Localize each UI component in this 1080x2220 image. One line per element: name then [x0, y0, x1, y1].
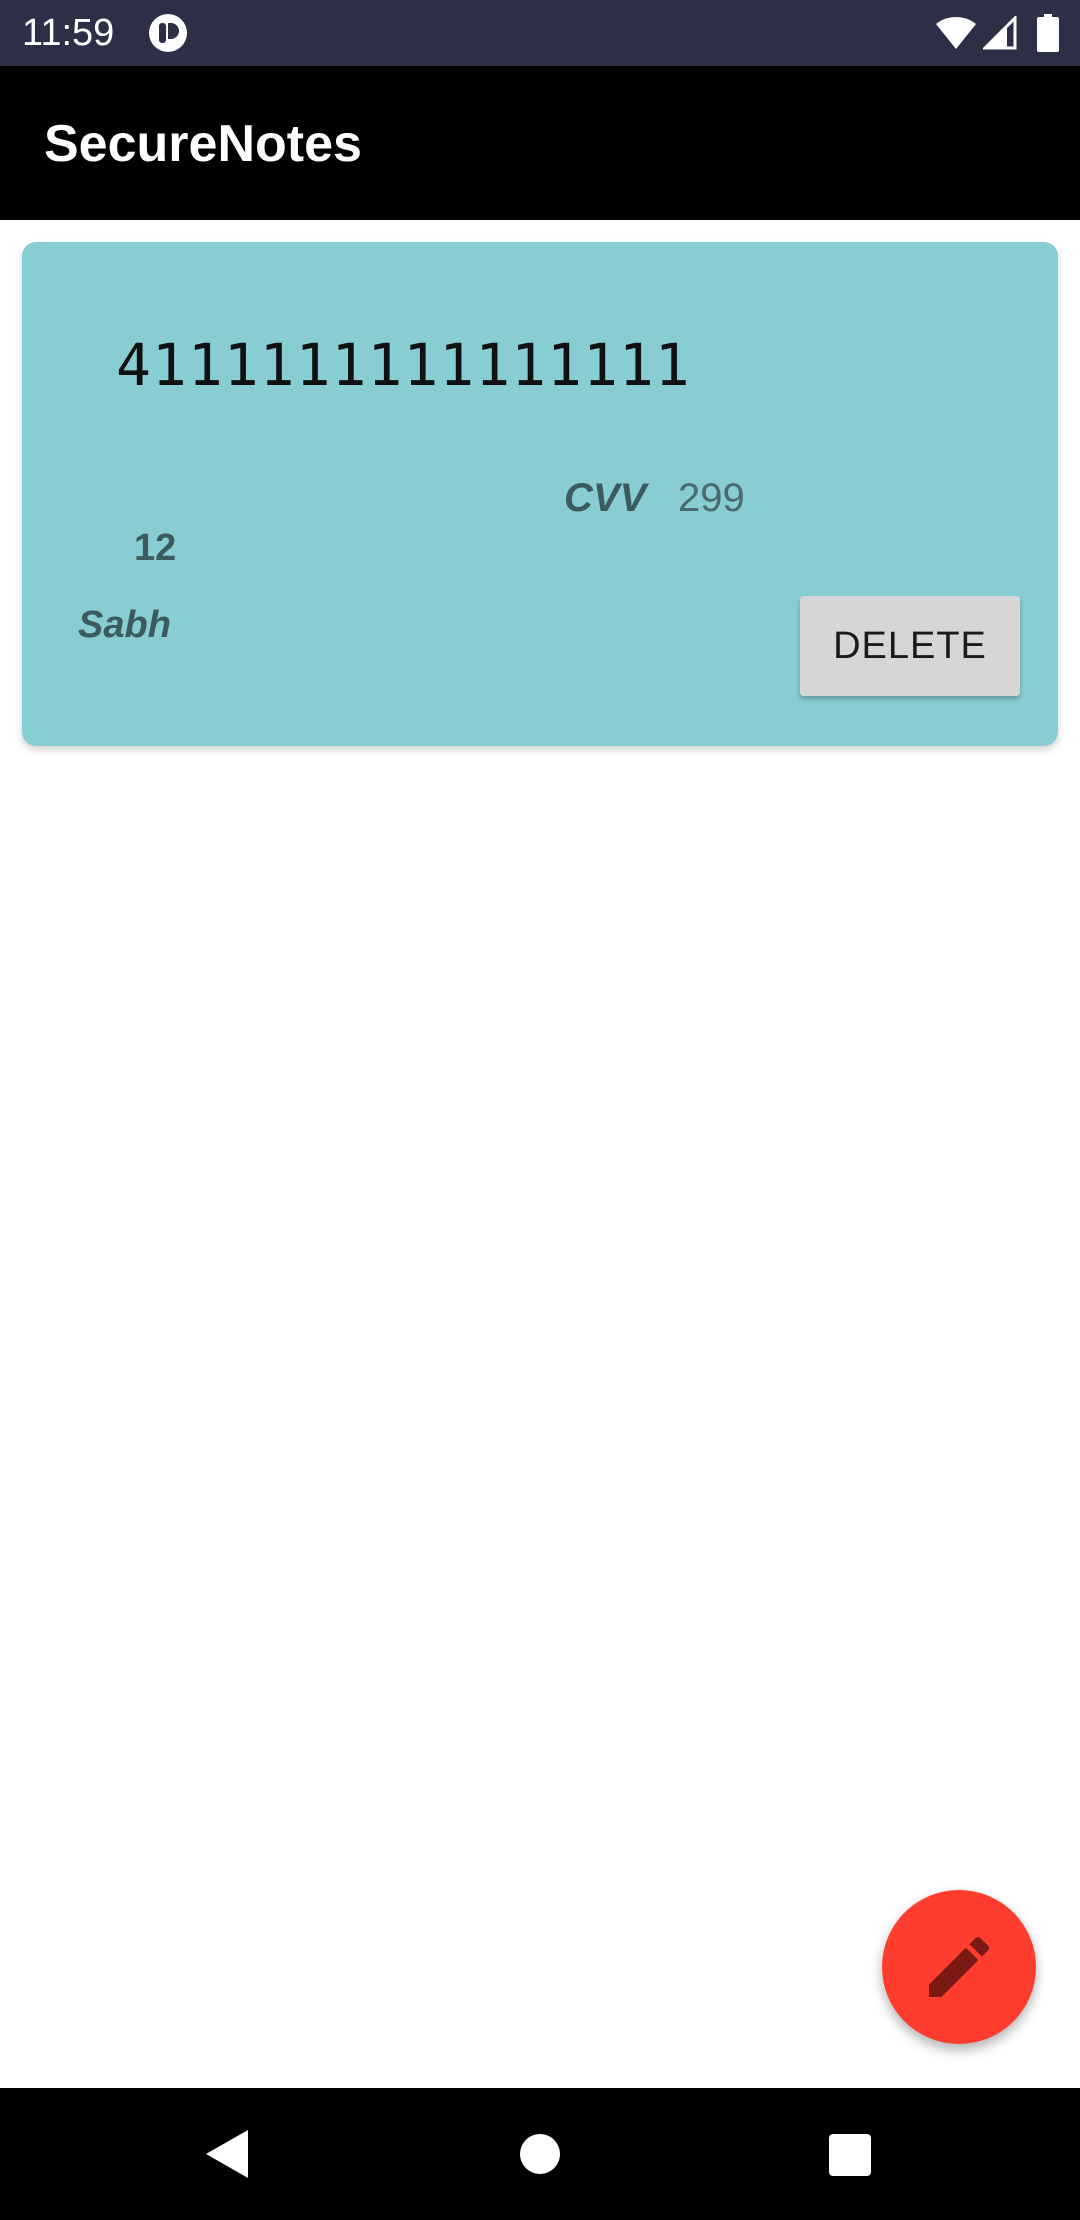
- edit-fab-button[interactable]: [882, 1890, 1036, 2044]
- cvv-label: CVV: [564, 476, 647, 520]
- status-time: 11:59: [22, 12, 115, 54]
- app-title: SecureNotes: [44, 115, 362, 173]
- app-bar: SecureNotes: [0, 66, 1080, 220]
- navigation-bar: [0, 2088, 1080, 2220]
- pencil-icon: [929, 1936, 990, 1997]
- home-icon[interactable]: [518, 2132, 562, 2176]
- app-notification-icon: [149, 14, 187, 52]
- cvv-value: 299: [678, 476, 745, 520]
- delete-button[interactable]: DELETE: [800, 596, 1020, 696]
- cell-signal-icon: [983, 16, 1017, 50]
- back-icon[interactable]: [202, 2128, 252, 2180]
- battery-icon: [1037, 14, 1059, 52]
- recents-icon[interactable]: [829, 2134, 871, 2176]
- status-bar: 11:59: [0, 0, 1080, 66]
- card-holder-name: Sabh: [78, 604, 171, 646]
- card-expiry: 12: [134, 527, 177, 569]
- card-number: 4111111111111111: [116, 331, 691, 399]
- card-item[interactable]: 4111111111111111 CVV 299 12 Sabh DELETE: [22, 242, 1058, 746]
- wifi-icon: [936, 16, 976, 49]
